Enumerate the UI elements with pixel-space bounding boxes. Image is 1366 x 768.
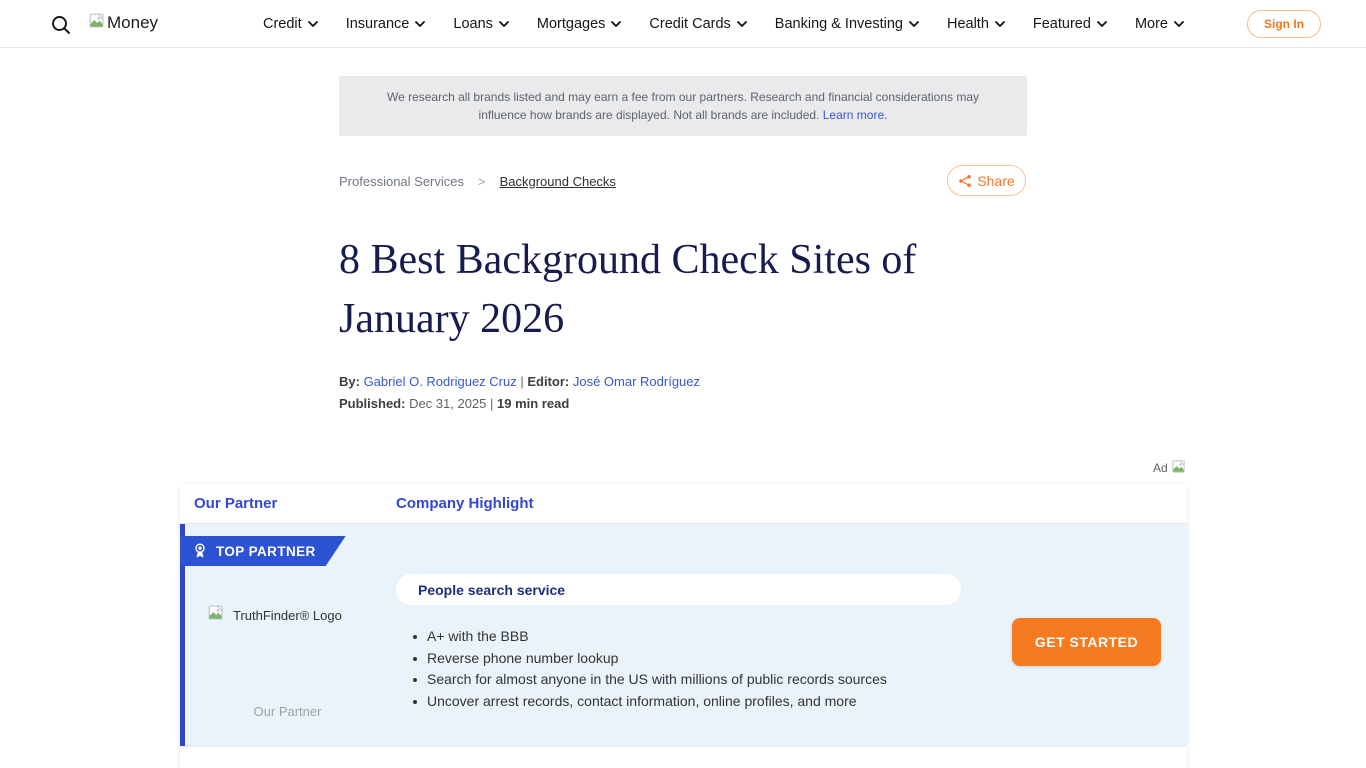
highlight-pill-label: People search service — [418, 582, 565, 598]
nav-item-loans[interactable]: Loans — [453, 16, 509, 32]
author-link[interactable]: Gabriel O. Rodriguez Cruz — [364, 374, 517, 389]
nav-item-more[interactable]: More — [1135, 16, 1184, 32]
read-time: 19 min read — [497, 396, 569, 411]
nav-item-featured[interactable]: Featured — [1033, 16, 1107, 32]
award-ribbon-icon — [193, 542, 207, 560]
nav-item-label: Health — [947, 16, 989, 32]
nav-item-credit[interactable]: Credit — [263, 16, 318, 32]
top-partner-badge: TOP PARTNER — [180, 536, 346, 566]
get-started-button[interactable]: GET STARTED — [1012, 618, 1161, 666]
nav-item-label: Mortgages — [537, 16, 606, 32]
nav-item-label: More — [1135, 16, 1168, 32]
ad-slot: Ad — [1153, 459, 1186, 477]
column-header-our-partner: Our Partner — [194, 495, 277, 512]
nav-item-label: Banking & Investing — [775, 16, 903, 32]
chevron-down-icon — [1174, 21, 1184, 27]
highlight-bullet: Search for almost anyone in the US with … — [413, 669, 913, 691]
broken-image-icon — [1171, 459, 1186, 477]
advertiser-disclosure: We research all brands listed and may ea… — [339, 76, 1027, 136]
page-title: 8 Best Background Check Sites of January… — [339, 231, 1039, 349]
share-label: Share — [977, 173, 1014, 189]
page: Money Credit Insurance Loans Mortgages C… — [0, 0, 1366, 768]
published-date: Dec 31, 2025 — [409, 396, 486, 411]
chevron-down-icon — [737, 21, 747, 27]
search-icon[interactable] — [50, 14, 72, 36]
chevron-down-icon — [308, 21, 318, 27]
published-label: Published: — [339, 396, 409, 411]
publish-line: Published: Dec 31, 2025 | 19 min read — [339, 396, 569, 411]
ad-label: Ad — [1153, 461, 1168, 475]
learn-more-link[interactable]: Learn more — [823, 108, 884, 122]
nav-item-label: Loans — [453, 16, 493, 32]
disclosure-text: We research all brands listed and may ea… — [387, 90, 979, 122]
nav-item-health[interactable]: Health — [947, 16, 1005, 32]
chevron-down-icon — [415, 21, 425, 27]
highlight-bullet: Reverse phone number lookup — [413, 648, 913, 670]
chevron-down-icon — [1097, 21, 1107, 27]
editor-label: Editor: — [527, 374, 573, 389]
nav-item-credit-cards[interactable]: Credit Cards — [649, 16, 746, 32]
breadcrumb: Professional Services > Background Check… — [339, 174, 616, 189]
column-header-company-highlight: Company Highlight — [396, 495, 534, 512]
nav-item-label: Credit — [263, 16, 302, 32]
nav-item-banking-investing[interactable]: Banking & Investing — [775, 16, 919, 32]
by-label: By: — [339, 374, 364, 389]
partner-card-body: TOP PARTNER TruthFinder® Logo Our Partne… — [180, 524, 1187, 746]
broken-image-icon — [88, 12, 105, 34]
chevron-down-icon — [611, 21, 621, 27]
truthfinder-logo-alt-text: TruthFinder® Logo — [233, 608, 342, 623]
main-menu: Credit Insurance Loans Mortgages Credit … — [263, 0, 1184, 48]
nav-item-mortgages[interactable]: Mortgages — [537, 16, 622, 32]
nav-item-label: Credit Cards — [649, 16, 730, 32]
top-partner-badge-label: TOP PARTNER — [216, 544, 316, 559]
truthfinder-logo[interactable]: TruthFinder® Logo — [207, 604, 342, 626]
chevron-right-icon: > — [478, 174, 486, 189]
chevron-down-icon — [909, 21, 919, 27]
next-partner-row-stub — [180, 747, 1187, 768]
our-partner-caption: Our Partner — [185, 704, 390, 719]
share-button[interactable]: Share — [947, 165, 1026, 196]
broken-image-icon — [207, 604, 224, 626]
breadcrumb-parent-link[interactable]: Professional Services — [339, 174, 464, 189]
editor-link[interactable]: José Omar Rodríguez — [573, 374, 700, 389]
share-icon — [958, 174, 972, 188]
money-logo-text: Money — [107, 13, 158, 33]
highlight-bullet-list: A+ with the BBB Reverse phone number loo… — [413, 626, 913, 712]
byline-separator: | — [517, 374, 528, 389]
publish-separator: | — [486, 396, 497, 411]
sign-in-button[interactable]: Sign In — [1247, 10, 1321, 38]
highlight-bullet: A+ with the BBB — [413, 626, 913, 648]
highlight-bullet: Uncover arrest records, contact informat… — [413, 691, 913, 713]
top-partner-card: Our Partner Company Highlight TOP PARTNE… — [180, 484, 1187, 746]
chevron-down-icon — [995, 21, 1005, 27]
breadcrumb-current-link[interactable]: Background Checks — [500, 174, 616, 189]
byline: By: Gabriel O. Rodriguez Cruz | Editor: … — [339, 374, 700, 389]
top-nav: Money Credit Insurance Loans Mortgages C… — [0, 0, 1366, 48]
company-highlight-pill: People search service — [396, 574, 961, 605]
nav-item-label: Featured — [1033, 16, 1091, 32]
nav-item-insurance[interactable]: Insurance — [346, 16, 426, 32]
chevron-down-icon — [499, 21, 509, 27]
money-logo[interactable]: Money — [88, 12, 158, 34]
disclosure-period: . — [884, 108, 887, 122]
partner-card-header: Our Partner Company Highlight — [180, 484, 1187, 524]
nav-item-label: Insurance — [346, 16, 410, 32]
